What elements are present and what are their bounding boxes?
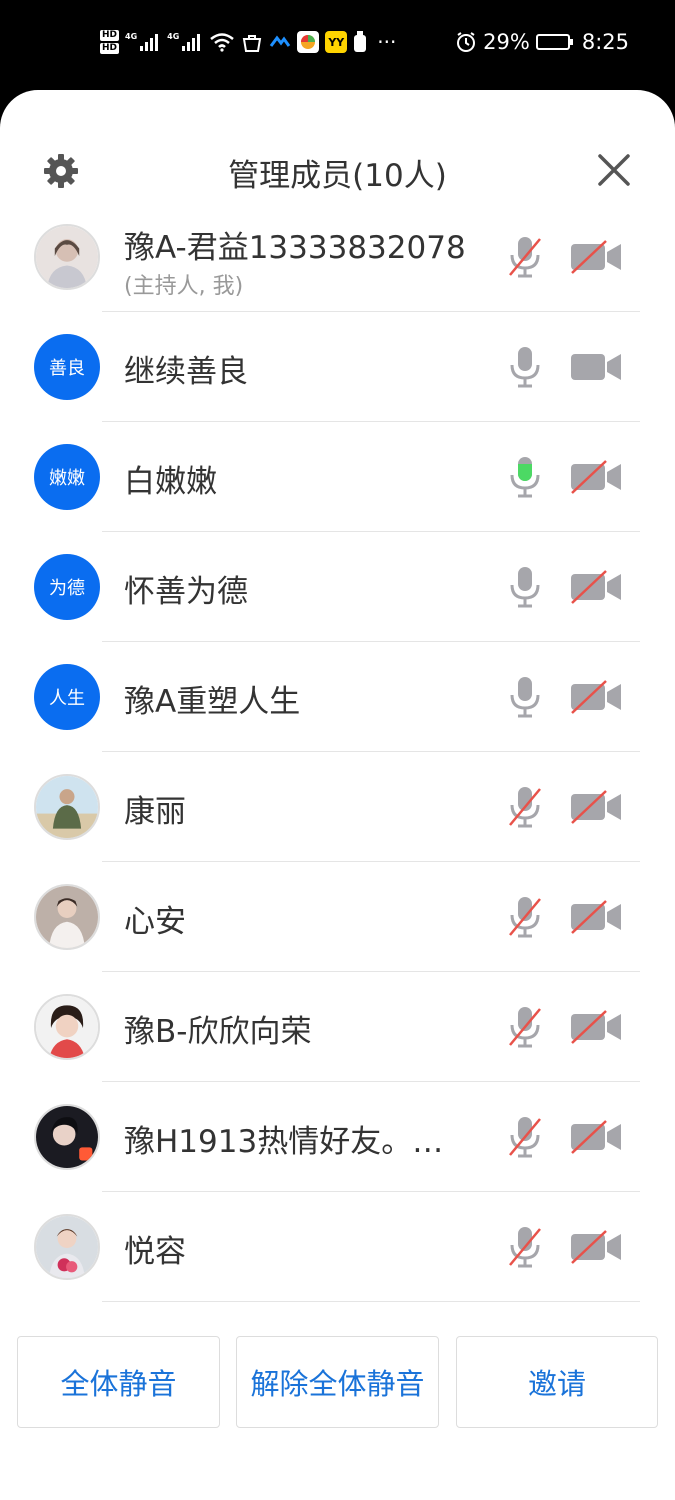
- avatar: 为德: [34, 554, 100, 620]
- avatar: 人生: [34, 664, 100, 730]
- camera-off-icon[interactable]: [570, 1120, 622, 1154]
- avatar-text: 为德: [49, 578, 85, 599]
- microphone-icon[interactable]: [506, 675, 544, 719]
- member-name: 豫A重塑人生: [124, 684, 301, 720]
- hd-label: HD: [100, 43, 120, 54]
- manage-members-sheet: 管理成员(10人) 豫A-君益13333832078 (主持人, 我) 善良 继…: [0, 90, 675, 1500]
- member-row[interactable]: 嫩嫩 白嫩嫩: [0, 422, 675, 532]
- member-row[interactable]: 善良 继续善良: [0, 312, 675, 422]
- camera-off-icon[interactable]: [570, 900, 622, 934]
- member-name: 康丽: [124, 794, 186, 830]
- camera-off-icon[interactable]: [570, 790, 622, 824]
- sheet-header: 管理成员(10人): [0, 90, 675, 210]
- camera-off-icon[interactable]: [570, 460, 622, 494]
- member-list: 豫A-君益13333832078 (主持人, 我) 善良 继续善良 嫩嫩 白嫩嫩…: [0, 212, 675, 1302]
- member-name: 白嫩嫩: [124, 464, 217, 500]
- microphone-icon[interactable]: [506, 565, 544, 609]
- camera-off-icon[interactable]: [570, 570, 622, 604]
- avatar: [34, 1104, 100, 1170]
- member-name: 悦容: [124, 1234, 186, 1270]
- alarm-icon: [457, 32, 476, 52]
- mute-all-button[interactable]: 全体静音: [17, 1336, 220, 1428]
- member-row[interactable]: 为德 怀善为德: [0, 532, 675, 642]
- hd-label: HD: [100, 30, 120, 41]
- app-colorful-icon: [297, 31, 320, 53]
- camera-off-icon[interactable]: [570, 1010, 622, 1044]
- avatar: 嫩嫩: [34, 444, 100, 510]
- device-icon: [354, 31, 367, 52]
- signal-icon: [182, 34, 201, 51]
- battery-percent: 29%: [483, 30, 530, 54]
- member-row[interactable]: 豫H1913热情好友。…: [0, 1082, 675, 1192]
- member-row[interactable]: 人生 豫A重塑人生: [0, 642, 675, 752]
- microphone-muted-icon[interactable]: [506, 1005, 544, 1049]
- close-icon[interactable]: [596, 152, 632, 188]
- avatar-text: 善良: [49, 358, 85, 379]
- member-role: (主持人, 我): [124, 274, 244, 299]
- member-row[interactable]: 心安: [0, 862, 675, 972]
- network-label: 4G: [167, 31, 180, 41]
- divider: [102, 1301, 640, 1302]
- microphone-muted-icon[interactable]: [506, 1225, 544, 1269]
- avatar: 善良: [34, 334, 100, 400]
- camera-icon[interactable]: [570, 350, 622, 384]
- avatar: [34, 224, 100, 290]
- page-title: 管理成员(10人): [228, 158, 447, 194]
- wifi-icon: [210, 33, 235, 52]
- member-name: 豫A-君益13333832078: [124, 230, 466, 266]
- microphone-muted-icon[interactable]: [506, 895, 544, 939]
- hd-indicator: HD HD: [100, 29, 120, 55]
- bag-icon: [243, 35, 262, 52]
- avatar-text: 嫩嫩: [49, 468, 85, 489]
- status-time: 8:25: [581, 30, 629, 54]
- battery-icon: [535, 34, 573, 50]
- app-logo-icon: [270, 35, 291, 47]
- footer-actions: 全体静音 解除全体静音 邀请: [0, 1336, 675, 1428]
- yy-app-label: YY: [328, 35, 345, 49]
- status-bar: HD HD 4G 4G YY ··· 29% 8:25: [0, 0, 675, 90]
- avatar: [34, 774, 100, 840]
- member-name: 怀善为德: [124, 574, 248, 610]
- signal-icon: [140, 34, 159, 51]
- microphone-muted-icon[interactable]: [506, 1115, 544, 1159]
- member-name: 心安: [124, 904, 186, 940]
- member-row[interactable]: 悦容: [0, 1192, 675, 1302]
- unmute-all-button[interactable]: 解除全体静音: [236, 1336, 439, 1428]
- member-row[interactable]: 康丽: [0, 752, 675, 862]
- member-name: 继续善良: [124, 354, 248, 390]
- member-name: 豫B-欣欣向荣: [124, 1014, 405, 1050]
- microphone-icon[interactable]: [506, 345, 544, 389]
- microphone-muted-icon[interactable]: [506, 235, 544, 279]
- avatar: [34, 994, 100, 1060]
- member-row[interactable]: 豫A-君益13333832078 (主持人, 我): [0, 212, 675, 312]
- more-notifications-icon: ···: [377, 30, 397, 54]
- avatar: [34, 1214, 100, 1280]
- avatar-text: 人生: [49, 688, 85, 709]
- member-name: 豫H1913热情好友。…: [124, 1124, 444, 1160]
- invite-button[interactable]: 邀请: [456, 1336, 658, 1428]
- avatar: [34, 884, 100, 950]
- camera-off-icon[interactable]: [570, 240, 622, 274]
- microphone-muted-icon[interactable]: [506, 785, 544, 829]
- camera-off-icon[interactable]: [570, 1230, 622, 1264]
- microphone-speaking-icon[interactable]: [506, 455, 544, 499]
- camera-off-icon[interactable]: [570, 680, 622, 714]
- member-row[interactable]: 豫B-欣欣向荣: [0, 972, 675, 1082]
- network-label: 4G: [125, 31, 138, 41]
- yy-app-icon: YY: [325, 31, 348, 53]
